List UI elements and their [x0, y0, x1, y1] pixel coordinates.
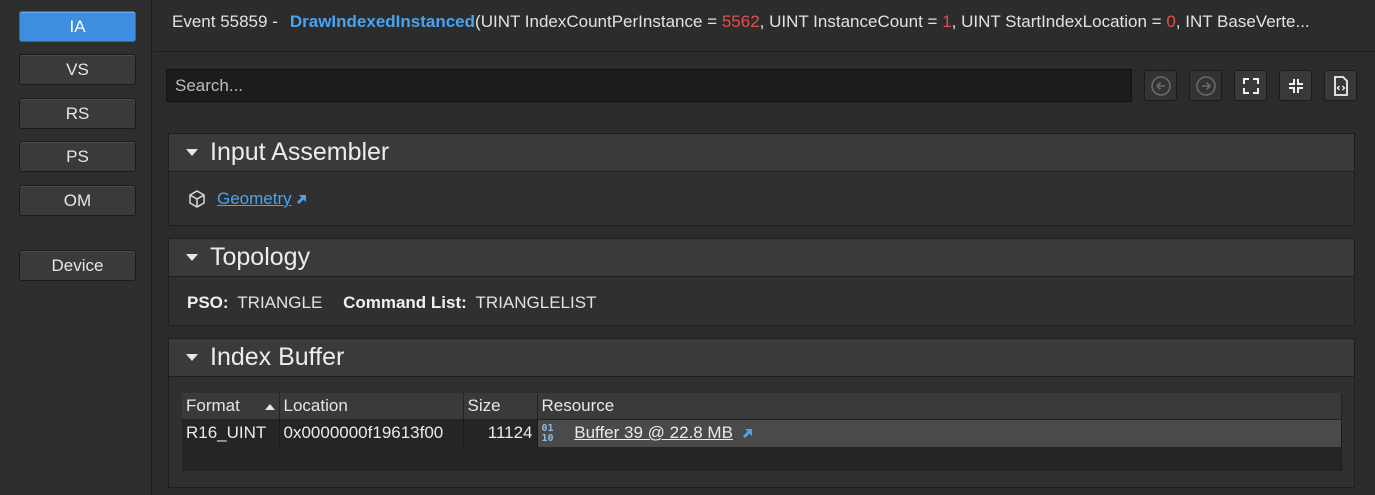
param-value: 5562 [721, 12, 760, 31]
expand-all-button[interactable] [1234, 70, 1267, 101]
back-button[interactable] [1144, 70, 1177, 101]
param-text: , INT BaseVerte... [1175, 12, 1310, 31]
binary-buffer-icon: 01 10 [541, 422, 554, 444]
stage-button-rs[interactable]: RS [19, 98, 136, 129]
column-header-resource[interactable]: Resource [537, 393, 1342, 420]
input-assembler-header[interactable]: Input Assembler [169, 134, 1354, 172]
collapse-all-button[interactable] [1279, 70, 1312, 101]
forward-button[interactable] [1189, 70, 1222, 101]
external-link-icon[interactable] [296, 194, 307, 205]
size-cell: 11124 [463, 419, 538, 447]
geometry-row: Geometry [187, 189, 307, 209]
index-buffer-header[interactable]: Index Buffer [169, 339, 1354, 377]
param-text: (UINT IndexCountPerInstance = [475, 12, 722, 31]
cube-icon [189, 190, 205, 208]
topology-header[interactable]: Topology [169, 239, 1354, 277]
collapse-triangle-icon [186, 254, 198, 261]
pso-value: TRIANGLE [237, 293, 323, 312]
pipeline-stage-sidebar: IA VS RS PS OM Device [0, 0, 152, 495]
section-title: Index Buffer [210, 343, 345, 371]
column-header-format[interactable]: Format [182, 393, 280, 420]
stage-button-ps[interactable]: PS [19, 141, 136, 172]
command-list-value: TRIANGLELIST [475, 293, 597, 312]
export-button[interactable] [1324, 70, 1357, 101]
sort-ascending-icon [264, 403, 275, 410]
index-buffer-section: Index Buffer Format Location Size Resour… [168, 338, 1355, 488]
collapse-triangle-icon [186, 149, 198, 156]
resource-cell: 01 10 Buffer 39 @ 22.8 MB [537, 419, 1342, 447]
command-list-label: Command List: [343, 293, 467, 312]
column-header-size[interactable]: Size [463, 393, 538, 420]
expand-icon [1242, 77, 1259, 94]
topology-section: Topology PSO: TRIANGLE Command List: TRI… [168, 238, 1355, 326]
external-link-icon[interactable] [742, 428, 753, 439]
stage-button-ia[interactable]: IA [19, 11, 136, 42]
back-arrow-icon [1150, 75, 1171, 96]
table-row-empty [182, 447, 1342, 471]
event-id: Event 55859 - [172, 12, 278, 31]
index-buffer-table: Format Location Size Resource R16_UINT 0… [182, 393, 1342, 471]
table-row[interactable]: R16_UINT 0x0000000f19613f00 11124 01 10 B… [182, 419, 1342, 447]
stage-button-vs[interactable]: VS [19, 54, 136, 85]
section-title: Topology [210, 243, 311, 271]
export-file-icon [1333, 75, 1348, 96]
param-text: , UINT InstanceCount = [759, 12, 943, 31]
collapse-icon [1288, 78, 1303, 93]
format-cell: R16_UINT [182, 419, 280, 447]
pso-label: PSO: [187, 293, 229, 312]
location-cell: 0x0000000f19613f00 [279, 419, 464, 447]
param-text: , UINT StartIndexLocation = [951, 12, 1167, 31]
section-title: Input Assembler [210, 138, 390, 166]
function-name: DrawIndexedInstanced [289, 12, 476, 31]
topology-row: PSO: TRIANGLE Command List: TRIANGLELIST [187, 293, 596, 313]
column-label: Format [186, 395, 240, 415]
stage-button-om[interactable]: OM [19, 185, 136, 216]
buffer-resource-link[interactable]: Buffer 39 @ 22.8 MB [574, 423, 733, 442]
forward-arrow-icon [1195, 75, 1216, 96]
param-value: 1 [942, 12, 952, 31]
geometry-link[interactable]: Geometry [217, 189, 292, 209]
event-title-bar: Event 55859 - DrawIndexedInstanced(UINT I… [153, 0, 1375, 52]
search-input[interactable] [166, 69, 1132, 102]
column-header-location[interactable]: Location [279, 393, 464, 420]
main-panel: Event 55859 - DrawIndexedInstanced(UINT I… [153, 0, 1375, 495]
collapse-triangle-icon [186, 354, 198, 361]
param-value: 0 [1166, 12, 1176, 31]
device-button[interactable]: Device [19, 250, 136, 281]
input-assembler-section: Input Assembler Geometry [168, 133, 1355, 226]
